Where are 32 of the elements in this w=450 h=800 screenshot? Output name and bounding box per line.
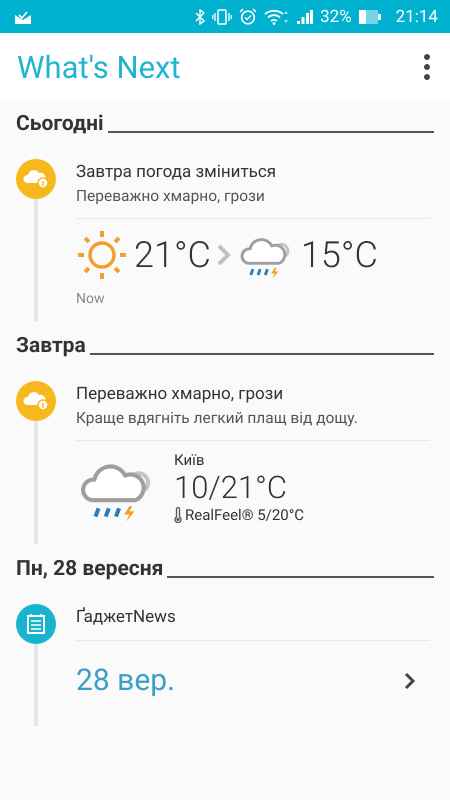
time-label: Now <box>76 291 106 307</box>
vibrate-icon <box>212 8 232 24</box>
event-date: 28 вер. <box>76 663 175 698</box>
section-heading: Завтра <box>16 336 86 357</box>
card-title: ҐаджетNews <box>76 607 177 627</box>
card-title: Завтра погода зміниться <box>76 162 278 182</box>
clock-time: 21:14 <box>396 6 438 26</box>
signal-icon <box>297 8 314 24</box>
current-temperature: 21°C <box>134 234 211 276</box>
alarm-icon <box>239 8 258 25</box>
bluetooth-icon <box>195 8 206 24</box>
sun-icon <box>76 229 128 281</box>
chevron-icon <box>216 244 231 266</box>
battery-icon <box>358 10 381 24</box>
thermometer-icon <box>174 507 182 523</box>
city-name: Київ <box>174 451 206 469</box>
weather-alert-icon <box>16 381 56 421</box>
weather-alert-icon <box>16 159 56 199</box>
calendar-icon <box>16 604 56 644</box>
chevron-right-icon[interactable] <box>404 672 416 690</box>
card-subtitle: Переважно хмарно, грози <box>76 187 266 205</box>
temperature-range: 10/21°C <box>174 469 288 506</box>
wifi-icon <box>264 8 290 24</box>
card-subtitle: Краще вдягніть легкий плащ від дощу. <box>76 409 359 427</box>
section-heading: Пн, 28 вересня <box>16 559 164 580</box>
battery-percent: 32% <box>320 6 352 26</box>
later-temperature: 15°C <box>300 234 378 276</box>
app-title: What's Next <box>17 48 181 86</box>
realfeel-temperature: RealFeel® 5/20°C <box>185 506 304 524</box>
section-heading: Сьогодні <box>16 114 104 135</box>
card-title: Переважно хмарно, грози <box>76 384 284 404</box>
mail-icon <box>14 8 32 24</box>
